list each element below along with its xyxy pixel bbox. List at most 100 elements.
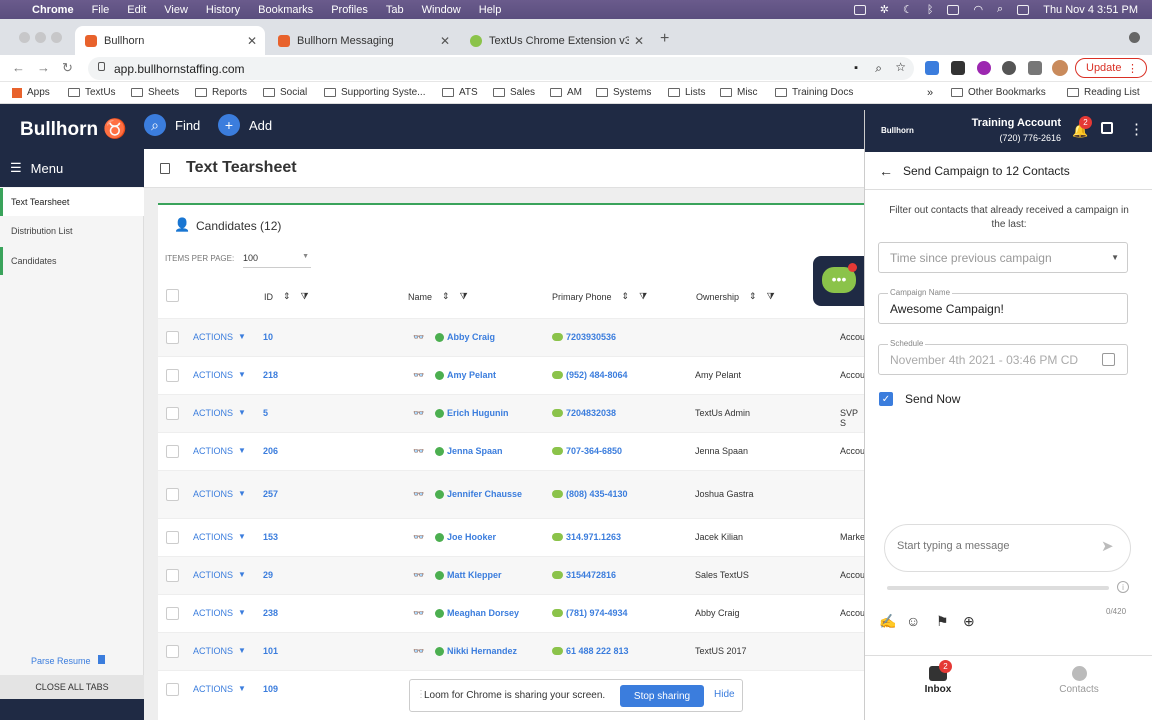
menu-edit[interactable]: Edit bbox=[127, 4, 146, 16]
row-phone[interactable]: 61 488 222 813 bbox=[566, 646, 629, 656]
hide-button[interactable]: Hide bbox=[714, 689, 735, 700]
search-icon[interactable]: ⌕ bbox=[997, 3, 1003, 16]
extension-icon[interactable] bbox=[977, 61, 991, 75]
select-all-checkbox[interactable] bbox=[166, 289, 179, 302]
actions-dropdown[interactable]: ACTIONS bbox=[193, 684, 233, 694]
close-icon[interactable]: ✕ bbox=[440, 34, 450, 48]
bookmark-item[interactable]: Sheets bbox=[131, 87, 179, 98]
row-phone[interactable]: (808) 435-4130 bbox=[566, 489, 628, 499]
table-row[interactable]: ACTIONS ▼ 257 👓 Jennifer Chausse (808) 43… bbox=[158, 470, 864, 518]
row-id[interactable]: 5 bbox=[263, 408, 268, 418]
bookmark-item[interactable]: Lists bbox=[668, 87, 706, 98]
calendar-icon[interactable] bbox=[1102, 353, 1115, 366]
row-phone[interactable]: 314.971.1263 bbox=[566, 532, 621, 542]
status-icon[interactable] bbox=[853, 4, 866, 15]
row-name[interactable]: Joe Hooker bbox=[447, 532, 496, 542]
battery-icon[interactable] bbox=[947, 4, 960, 15]
gear-icon[interactable]: ✲ bbox=[880, 3, 889, 16]
caret-down-icon[interactable]: ▼ bbox=[238, 332, 246, 341]
textus-launcher[interactable]: ••• bbox=[813, 256, 864, 306]
binoculars-icon[interactable]: 👓 bbox=[413, 489, 424, 500]
moon-icon[interactable]: ☾ bbox=[903, 3, 913, 16]
close-icon[interactable]: ✕ bbox=[247, 34, 257, 48]
account-name[interactable]: Training Account bbox=[970, 117, 1061, 129]
binoculars-icon[interactable]: 👓 bbox=[413, 608, 424, 619]
extension-icon[interactable] bbox=[1002, 61, 1016, 75]
more-vert-icon[interactable]: ⋮ bbox=[1129, 120, 1144, 138]
star-icon[interactable]: ☆ bbox=[895, 60, 906, 74]
caret-down-icon[interactable]: ▼ bbox=[238, 646, 246, 655]
reload-icon[interactable]: ↻ bbox=[62, 60, 73, 76]
actions-dropdown[interactable]: ACTIONS bbox=[193, 608, 233, 618]
filter-icon[interactable]: ⧩ bbox=[639, 291, 647, 302]
filter-icon[interactable]: ⧩ bbox=[460, 291, 468, 302]
chat-icon[interactable] bbox=[552, 609, 563, 617]
column-header-phone[interactable]: Primary Phone ⇕ ⧩ bbox=[552, 291, 647, 302]
row-checkbox[interactable] bbox=[166, 607, 179, 620]
bookmarks-overflow[interactable]: » bbox=[927, 87, 933, 99]
menu-help[interactable]: Help bbox=[479, 4, 502, 16]
send-now-checkbox[interactable]: ✓ Send Now bbox=[879, 392, 960, 406]
sort-icon[interactable]: ⇕ bbox=[283, 291, 291, 302]
row-id[interactable]: 10 bbox=[263, 332, 273, 342]
add-button[interactable]: + Add bbox=[218, 114, 272, 136]
table-row[interactable]: ACTIONS ▼ 10 👓 Abby Craig 7203930536 Acco… bbox=[158, 318, 865, 356]
row-checkbox[interactable] bbox=[166, 369, 179, 382]
binoculars-icon[interactable]: 👓 bbox=[413, 408, 424, 419]
campaign-name-field[interactable]: Campaign Name Awesome Campaign! bbox=[878, 288, 1128, 324]
bookmark-item[interactable]: Systems bbox=[596, 87, 651, 98]
menu-window[interactable]: Window bbox=[422, 4, 461, 16]
chat-icon[interactable] bbox=[552, 490, 563, 498]
nav-candidates[interactable]: Candidates bbox=[0, 247, 144, 275]
table-row[interactable]: ACTIONS ▼ 29 👓 Matt Klepper 3154472816 Sa… bbox=[158, 556, 865, 594]
row-checkbox[interactable] bbox=[166, 331, 179, 344]
bookmark-item[interactable]: Misc bbox=[720, 87, 758, 98]
bullhorn-logo[interactable]: Bullhorn ♉ bbox=[20, 117, 127, 141]
close-icon[interactable]: ✕ bbox=[634, 34, 644, 48]
table-row[interactable]: ACTIONS ▼ 206 👓 Jenna Spaan 707-364-6850 … bbox=[158, 432, 865, 470]
row-checkbox[interactable] bbox=[166, 445, 179, 458]
bookmark-icon[interactable]: ⚑ bbox=[936, 613, 949, 630]
url-field[interactable]: app.bullhornstaffing.com ▪ ⌕ ☆ bbox=[88, 57, 914, 80]
wifi-icon[interactable]: ◠ bbox=[973, 3, 983, 16]
caret-down-icon[interactable]: ▼ bbox=[238, 684, 246, 693]
menu-file[interactable]: File bbox=[92, 4, 110, 16]
row-id[interactable]: 29 bbox=[263, 570, 273, 580]
table-row[interactable]: ACTIONS ▼ 101 👓 Nikki Hernandez 61 488 22… bbox=[158, 632, 864, 670]
emoji-icon[interactable]: ☺ bbox=[906, 613, 920, 629]
bookmark-other[interactable]: Other Bookmarks bbox=[951, 87, 1046, 98]
bookmark-item[interactable]: Sales bbox=[493, 87, 535, 98]
menu-history[interactable]: History bbox=[206, 4, 240, 16]
row-phone[interactable]: 7203930536 bbox=[566, 332, 616, 342]
row-id[interactable]: 101 bbox=[263, 646, 278, 656]
items-per-page-select[interactable]: 100 ▼ bbox=[243, 250, 311, 268]
row-name[interactable]: Jennifer Chausse bbox=[447, 489, 522, 499]
nav-contacts[interactable]: Contacts bbox=[1049, 666, 1109, 695]
menu-toggle[interactable]: ☰ Menu bbox=[0, 149, 144, 187]
bookmark-item[interactable]: AM bbox=[550, 87, 582, 98]
chat-icon[interactable] bbox=[552, 409, 563, 417]
extension-icon[interactable] bbox=[951, 61, 965, 75]
row-id[interactable]: 238 bbox=[263, 608, 278, 618]
caret-down-icon[interactable]: ▼ bbox=[238, 370, 246, 379]
row-name[interactable]: Erich Hugunin bbox=[447, 408, 509, 418]
column-header-id[interactable]: ID ⇕ ⧩ bbox=[264, 291, 309, 302]
menu-profiles[interactable]: Profiles bbox=[331, 4, 368, 16]
filter-icon[interactable]: ⧩ bbox=[301, 291, 309, 302]
sort-icon[interactable]: ⇕ bbox=[442, 291, 450, 302]
binoculars-icon[interactable]: 👓 bbox=[413, 370, 424, 381]
row-id[interactable]: 206 bbox=[263, 446, 278, 456]
schedule-field[interactable]: Schedule November 4th 2021 - 03:46 PM CD bbox=[878, 339, 1128, 375]
time-since-select[interactable]: Time since previous campaign ▼ bbox=[878, 242, 1128, 273]
actions-dropdown[interactable]: ACTIONS bbox=[193, 489, 233, 499]
binoculars-icon[interactable]: 👓 bbox=[413, 532, 424, 543]
row-id[interactable]: 153 bbox=[263, 532, 278, 542]
bookmark-reading-list[interactable]: Reading List bbox=[1067, 87, 1140, 98]
row-checkbox[interactable] bbox=[166, 569, 179, 582]
window-close-button[interactable] bbox=[19, 32, 30, 43]
chat-icon[interactable] bbox=[552, 447, 563, 455]
actions-dropdown[interactable]: ACTIONS bbox=[193, 646, 233, 656]
update-button[interactable]: Update ⋮ bbox=[1075, 58, 1147, 78]
row-phone[interactable]: (952) 484-8064 bbox=[566, 370, 628, 380]
forward-arrow-icon[interactable]: → bbox=[37, 60, 50, 75]
